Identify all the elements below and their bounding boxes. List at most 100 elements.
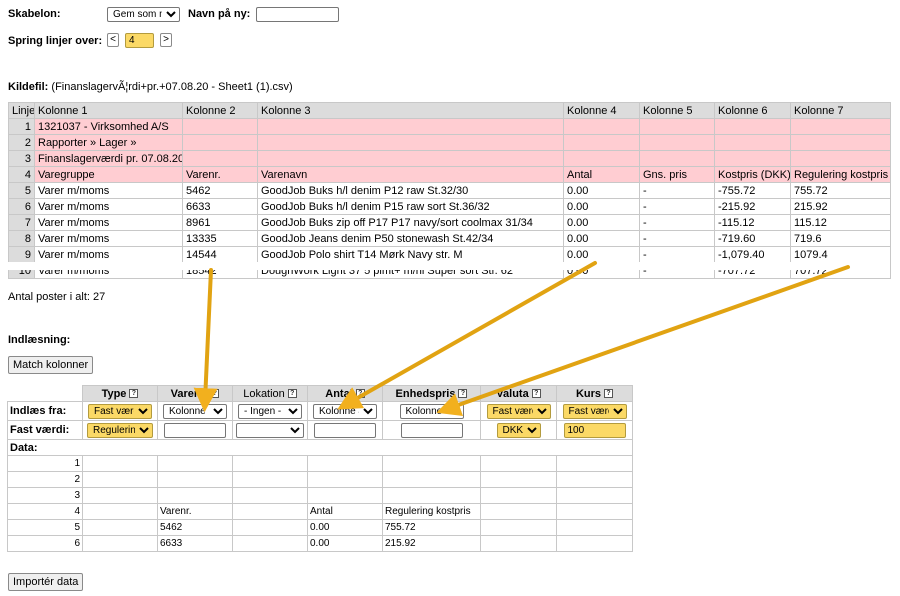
col-header-kolonne-5: Kolonne 5 bbox=[639, 102, 715, 119]
match-columns-button[interactable]: Match kolonner bbox=[8, 356, 94, 374]
help-icon[interactable]: ? bbox=[129, 389, 139, 399]
line-number: 2 bbox=[8, 134, 35, 151]
table-cell: - bbox=[639, 198, 715, 215]
table-cell: - bbox=[639, 230, 715, 247]
data-row: 1 bbox=[7, 455, 633, 472]
data-cell bbox=[382, 487, 481, 504]
table-cell: GoodJob Buks h/l denim P15 raw sort St.3… bbox=[257, 198, 564, 215]
read-from-type-select[interactable]: Fast værdi bbox=[88, 403, 152, 419]
help-icon[interactable]: ? bbox=[531, 389, 541, 399]
data-cell bbox=[82, 487, 158, 504]
data-cell bbox=[307, 471, 383, 488]
source-file-line: Kildefil: (FinanslagervÃ¦rdi+pr.+07.08.2… bbox=[8, 81, 293, 93]
table-row: 4 Varegruppe Varenr. Varenavn Antal Gns. pris… bbox=[8, 166, 891, 183]
help-icon[interactable]: ? bbox=[458, 389, 468, 399]
data-cell bbox=[82, 455, 158, 472]
data-cell: 5462 bbox=[157, 519, 233, 536]
table-cell: 215.92 bbox=[790, 198, 891, 215]
corner-cell bbox=[7, 385, 83, 402]
data-cell bbox=[82, 519, 158, 536]
fixed-valuta-select[interactable]: DKK bbox=[496, 422, 541, 438]
help-icon[interactable]: ? bbox=[355, 389, 365, 399]
data-cell bbox=[480, 471, 557, 488]
table-cell: 6633 bbox=[182, 198, 258, 215]
table-cell: -215.92 bbox=[714, 198, 791, 215]
line-number: 1 bbox=[8, 118, 35, 135]
data-cell bbox=[307, 487, 383, 504]
data-cell: 0.00 bbox=[307, 535, 383, 552]
table-cell: 0.00 bbox=[563, 214, 640, 231]
line-number: 7 bbox=[8, 214, 35, 231]
table-cell bbox=[714, 150, 791, 167]
table-cell: 1079.4 bbox=[790, 246, 891, 263]
data-cell bbox=[480, 535, 557, 552]
fixed-kurs-input[interactable] bbox=[563, 422, 626, 438]
fixed-antal-input[interactable] bbox=[314, 422, 376, 438]
table-row: 9 Varer m/moms 14544 GoodJob Polo shirt T14… bbox=[8, 246, 891, 263]
fixed-type-select[interactable]: Regulering bbox=[87, 422, 153, 438]
read-from-kurs-select[interactable]: Fast værdi bbox=[562, 403, 627, 419]
table-cell bbox=[639, 118, 715, 135]
table-cell bbox=[182, 150, 258, 167]
col-header-linje: Linje bbox=[8, 102, 35, 119]
template-select[interactable]: Gem som ny bbox=[107, 7, 180, 22]
read-from-enhedspris-select[interactable]: Kolonne 7 bbox=[399, 403, 464, 419]
data-cell: 215.92 bbox=[382, 535, 481, 552]
table-cell: GoodJob Buks h/l denim P12 raw St.32/30 bbox=[257, 182, 564, 199]
read-from-antal-select[interactable]: Kolonne 4 bbox=[313, 403, 377, 419]
data-cell: Antal bbox=[307, 503, 383, 520]
table-cell: Regulering kostpris bbox=[790, 166, 891, 183]
data-row-number: 5 bbox=[7, 519, 83, 536]
col-header-kolonne-3: Kolonne 3 bbox=[257, 102, 564, 119]
line-number: 5 bbox=[8, 182, 35, 199]
table-cell: GoodJob Jeans denim P50 stonewash St.42/… bbox=[257, 230, 564, 247]
table-cell: GoodJob Polo shirt T14 Mørk Navy str. M bbox=[257, 246, 564, 263]
table-cell: 719.6 bbox=[790, 230, 891, 247]
table-row: 6 Varer m/moms 6633 GoodJob Buks h/l denim … bbox=[8, 198, 891, 215]
table-row: 7 Varer m/moms 8961 GoodJob Buks zip off P1… bbox=[8, 214, 891, 231]
table-cell: 5462 bbox=[182, 182, 258, 199]
arrow-antal bbox=[337, 261, 597, 410]
line-number: 4 bbox=[8, 166, 35, 183]
data-row: 4 Varenr. Antal Regulering kostpris bbox=[7, 503, 633, 520]
col-header-kolonne-7: Kolonne 7 bbox=[790, 102, 891, 119]
fixed-enhedspris-input[interactable] bbox=[400, 422, 463, 438]
data-cell bbox=[157, 455, 233, 472]
col-header-type: Type? bbox=[82, 385, 158, 402]
fixed-varenr-input[interactable] bbox=[164, 422, 226, 438]
table-cell bbox=[790, 150, 891, 167]
table-row: 1 1321037 - Virksomhed A/S bbox=[8, 118, 891, 135]
data-cell bbox=[232, 535, 308, 552]
help-icon[interactable]: ? bbox=[287, 389, 297, 399]
help-icon[interactable]: ? bbox=[604, 389, 614, 399]
table-cell bbox=[714, 118, 791, 135]
help-icon[interactable]: ? bbox=[210, 389, 220, 399]
table-cell: Varenavn bbox=[257, 166, 564, 183]
read-from-varenr-select[interactable]: Kolonne 2 bbox=[163, 403, 227, 419]
data-cell bbox=[480, 519, 557, 536]
data-cell: 6633 bbox=[157, 535, 233, 552]
data-cell bbox=[157, 471, 233, 488]
read-from-lokation-select[interactable]: - Ingen - bbox=[238, 403, 302, 419]
skip-prev-button[interactable]: < bbox=[107, 33, 119, 47]
table-cell: 14544 bbox=[182, 246, 258, 263]
data-cell bbox=[82, 535, 158, 552]
skip-lines-input[interactable] bbox=[125, 33, 154, 48]
table-cell: 755.72 bbox=[790, 182, 891, 199]
read-from-valuta-select[interactable]: Fast værdi bbox=[486, 403, 551, 419]
data-row: 2 bbox=[7, 471, 633, 488]
data-cell bbox=[157, 487, 233, 504]
col-header-kolonne-4: Kolonne 4 bbox=[563, 102, 640, 119]
total-count: Antal poster i alt: 27 bbox=[8, 291, 106, 303]
skip-next-button[interactable]: > bbox=[160, 33, 172, 47]
name-label: Navn på ny: bbox=[188, 8, 251, 20]
import-data-button[interactable]: Importér data bbox=[8, 573, 84, 591]
data-cell bbox=[480, 503, 557, 520]
line-number: 8 bbox=[8, 230, 35, 247]
data-cell bbox=[382, 471, 481, 488]
table-cell: Varer m/moms bbox=[34, 214, 183, 231]
name-input[interactable] bbox=[256, 7, 339, 22]
fixed-lokation-select[interactable] bbox=[236, 422, 304, 438]
table-cell: Varer m/moms bbox=[34, 230, 183, 247]
data-cell bbox=[307, 455, 383, 472]
